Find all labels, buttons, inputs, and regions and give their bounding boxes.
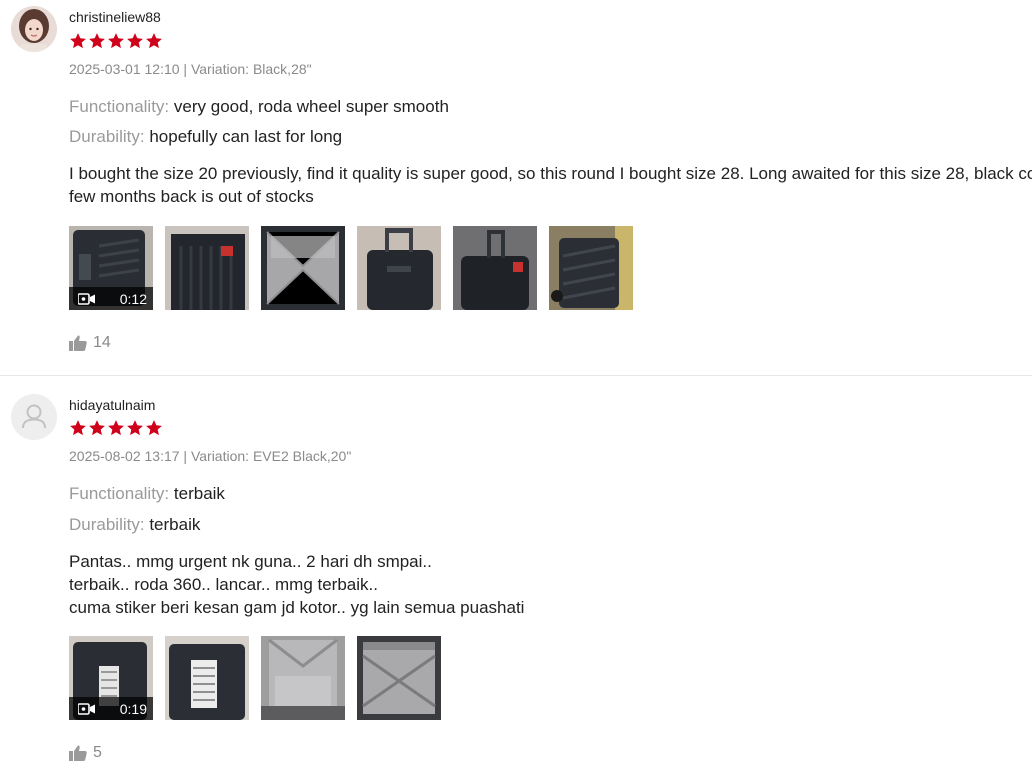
username: hidayatulnaim (69, 397, 156, 413)
star-rating (69, 419, 163, 437)
attribute-value: hopefully can last for long (149, 127, 343, 146)
star-icon (70, 33, 86, 49)
image-thumbnail[interactable] (357, 226, 441, 310)
star-icon (108, 33, 124, 49)
attribute-label: Functionality: (69, 97, 170, 116)
star-icon (127, 420, 143, 436)
like-button[interactable]: 14 (69, 334, 111, 352)
media-gallery: 0:12 (69, 226, 633, 310)
avatar[interactable] (11, 394, 57, 440)
review-body-line: few months back is out of stocks (69, 187, 314, 206)
review-body-line: terbaik.. roda 360.. lancar.. mmg terbai… (69, 575, 378, 594)
star-icon (146, 420, 162, 436)
image-thumbnail[interactable] (261, 226, 345, 310)
attribute-functionality: Functionality: terbaik (69, 484, 225, 504)
attribute-value: terbaik (149, 515, 201, 534)
video-duration: 0:12 (119, 290, 147, 307)
attribute-label: Durability: (69, 127, 145, 146)
star-icon (127, 33, 143, 49)
like-count: 14 (93, 334, 111, 351)
like-count: 5 (93, 744, 102, 761)
review-body: I bought the size 20 previously, find it… (69, 162, 1032, 208)
star-icon (70, 420, 86, 436)
star-icon (89, 33, 105, 49)
video-thumbnail[interactable]: 0:19 (69, 636, 153, 720)
image-thumbnail[interactable] (165, 226, 249, 310)
thumbs-up-icon (69, 335, 87, 351)
review-meta: 2025-08-02 13:17 | Variation: EVE2 Black… (69, 448, 352, 464)
review-body-line: cuma stiker beri kesan gam jd kotor.. yg… (69, 598, 525, 617)
image-thumbnail[interactable] (165, 636, 249, 720)
default-user-icon (11, 394, 57, 440)
attribute-value: very good, roda wheel super smooth (173, 97, 449, 116)
review-body-line: I bought the size 20 previously, find it… (69, 164, 1032, 183)
video-camera-icon (78, 702, 95, 715)
review-body-line: Pantas.. mmg urgent nk guna.. 2 hari dh … (69, 552, 432, 571)
review-item: christineliew88 2025-03-01 12:10 | Varia… (0, 0, 1032, 375)
attribute-value: terbaik (173, 484, 225, 503)
image-thumbnail[interactable] (261, 636, 345, 720)
review-item: hidayatulnaim 2025-08-02 13:17 | Variati… (0, 388, 1032, 768)
attribute-label: Durability: (69, 515, 145, 534)
video-camera-icon (78, 292, 95, 305)
star-icon (146, 33, 162, 49)
media-gallery: 0:19 (69, 636, 441, 720)
star-icon (89, 420, 105, 436)
thumbs-up-icon (69, 745, 87, 761)
image-thumbnail[interactable] (549, 226, 633, 310)
star-rating (69, 32, 163, 50)
attribute-durability: Durability: terbaik (69, 515, 200, 535)
video-duration-badge: 0:12 (69, 287, 153, 310)
username: christineliew88 (69, 9, 161, 25)
star-icon (108, 420, 124, 436)
image-thumbnail[interactable] (453, 226, 537, 310)
avatar[interactable] (11, 6, 57, 52)
video-thumbnail[interactable]: 0:12 (69, 226, 153, 310)
attribute-functionality: Functionality: very good, roda wheel sup… (69, 97, 449, 117)
attribute-durability: Durability: hopefully can last for long (69, 127, 342, 147)
like-button[interactable]: 5 (69, 744, 102, 762)
review-divider (0, 375, 1032, 376)
attribute-label: Functionality: (69, 484, 170, 503)
review-body: Pantas.. mmg urgent nk guna.. 2 hari dh … (69, 550, 1029, 619)
video-duration-badge: 0:19 (69, 697, 153, 720)
review-meta: 2025-03-01 12:10 | Variation: Black,28" (69, 61, 312, 77)
video-duration: 0:19 (119, 700, 147, 717)
image-thumbnail[interactable] (357, 636, 441, 720)
